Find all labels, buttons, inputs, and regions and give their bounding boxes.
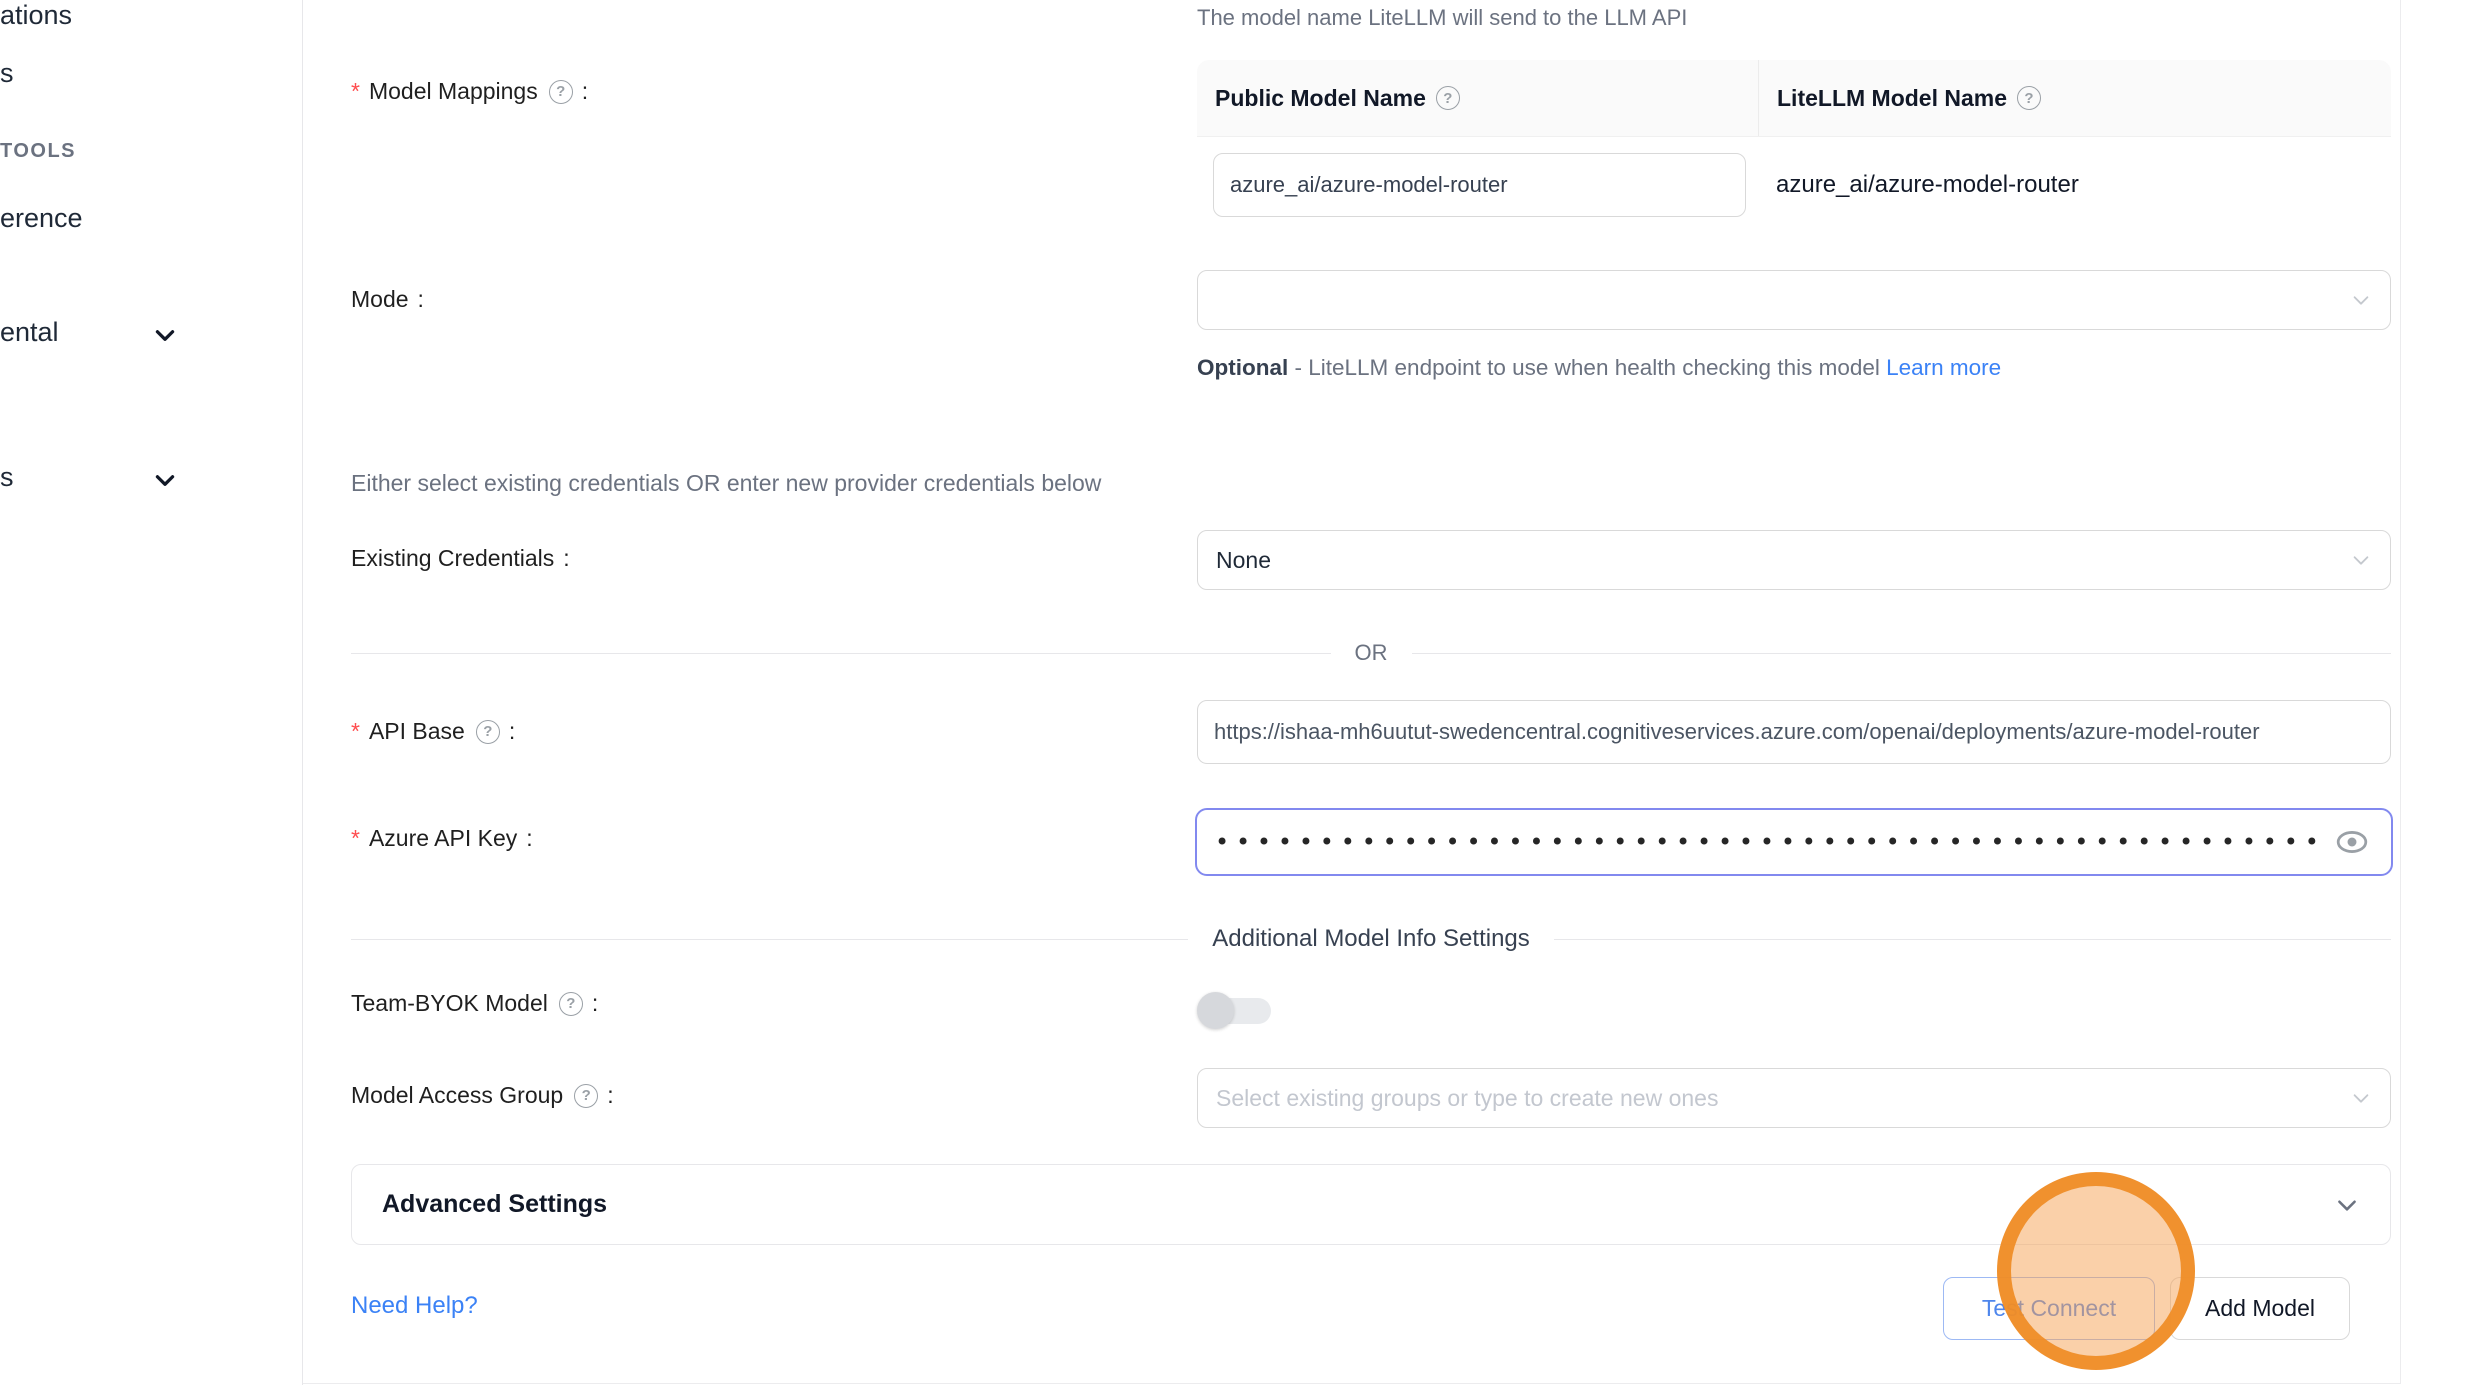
existing-credentials-label: Existing Credentials: <box>351 545 570 572</box>
question-circle-icon[interactable]: ? <box>1436 86 1460 110</box>
mode-select[interactable] <box>1197 270 2391 330</box>
chevron-down-icon <box>2334 1192 2360 1218</box>
chevron-down-icon[interactable] <box>152 322 178 348</box>
litellm-model-name-value: azure_ai/azure-model-router <box>1758 171 2391 199</box>
table-row: azure_ai/azure-model-router <box>1197 137 2391 233</box>
need-help-link[interactable]: Need Help? <box>351 1292 478 1320</box>
add-model-button[interactable]: Add Model <box>2170 1277 2350 1340</box>
chevron-down-icon[interactable] <box>152 467 178 493</box>
sidebar-item-inference[interactable]: erence <box>0 203 83 234</box>
public-model-name-input[interactable] <box>1213 153 1746 217</box>
question-circle-icon[interactable]: ? <box>559 992 583 1016</box>
add-model-form: The model name LiteLLM will send to the … <box>303 0 2401 1384</box>
advanced-settings-title: Advanced Settings <box>382 1190 2334 1219</box>
mode-label: Mode: <box>351 286 424 313</box>
model-access-group-label: Model Access Group ? : <box>351 1082 614 1109</box>
azure-api-key-field <box>1195 808 2393 876</box>
test-connect-button[interactable]: Test Connect <box>1943 1277 2155 1340</box>
sidebar-item-organizations[interactable]: ations <box>0 0 72 31</box>
model-name-hint: The model name LiteLLM will send to the … <box>1197 5 1687 31</box>
chevron-down-icon <box>2350 549 2372 571</box>
additional-settings-divider: Additional Model Info Settings <box>351 925 2391 953</box>
team-byok-label: Team-BYOK Model ? : <box>351 990 598 1017</box>
team-byok-toggle[interactable] <box>1197 992 1273 1029</box>
existing-credentials-select[interactable]: None <box>1197 530 2391 590</box>
question-circle-icon[interactable]: ? <box>476 720 500 744</box>
advanced-settings-panel[interactable]: Advanced Settings <box>351 1164 2391 1245</box>
credentials-hint: Either select existing credentials OR en… <box>351 470 1101 497</box>
api-base-input[interactable] <box>1197 700 2391 764</box>
model-mappings-table: Public Model Name ? LiteLLM Model Name ?… <box>1197 60 2391 233</box>
model-mappings-header: Public Model Name ? LiteLLM Model Name ? <box>1197 60 2391 137</box>
mode-hint: Optional - LiteLLM endpoint to use when … <box>1197 348 2015 388</box>
add-model-page: ations s TOOLS erence ental s The model … <box>0 0 2477 1385</box>
model-mappings-label: * Model Mappings ? : <box>351 78 588 105</box>
chevron-down-icon <box>2350 289 2372 311</box>
sidebar-section-tools: TOOLS <box>0 140 76 163</box>
public-model-name-header: Public Model Name ? <box>1197 60 1758 136</box>
azure-api-key-label: * Azure API Key : <box>351 825 533 852</box>
api-base-label: * API Base ? : <box>351 718 515 745</box>
sidebar-item-settings[interactable]: s <box>0 462 14 493</box>
required-asterisk: * <box>351 825 360 852</box>
sidebar-item-1[interactable]: s <box>0 58 14 89</box>
eye-icon[interactable] <box>2335 829 2369 855</box>
sidebar-item-experimental[interactable]: ental <box>0 317 59 348</box>
azure-api-key-input[interactable] <box>1197 828 2327 856</box>
sidebar: ations s TOOLS erence ental s <box>0 0 303 1385</box>
litellm-model-name-header: LiteLLM Model Name ? <box>1758 60 2391 136</box>
required-asterisk: * <box>351 78 360 105</box>
required-asterisk: * <box>351 718 360 745</box>
learn-more-link[interactable]: Learn more <box>1886 355 2001 380</box>
question-circle-icon[interactable]: ? <box>2017 86 2041 110</box>
existing-credentials-value: None <box>1216 547 1271 574</box>
chevron-down-icon <box>2350 1087 2372 1109</box>
model-access-group-placeholder: Select existing groups or type to create… <box>1216 1085 1718 1112</box>
model-access-group-select[interactable]: Select existing groups or type to create… <box>1197 1068 2391 1128</box>
or-divider: OR <box>351 640 2391 666</box>
question-circle-icon[interactable]: ? <box>549 80 573 104</box>
question-circle-icon[interactable]: ? <box>574 1084 598 1108</box>
